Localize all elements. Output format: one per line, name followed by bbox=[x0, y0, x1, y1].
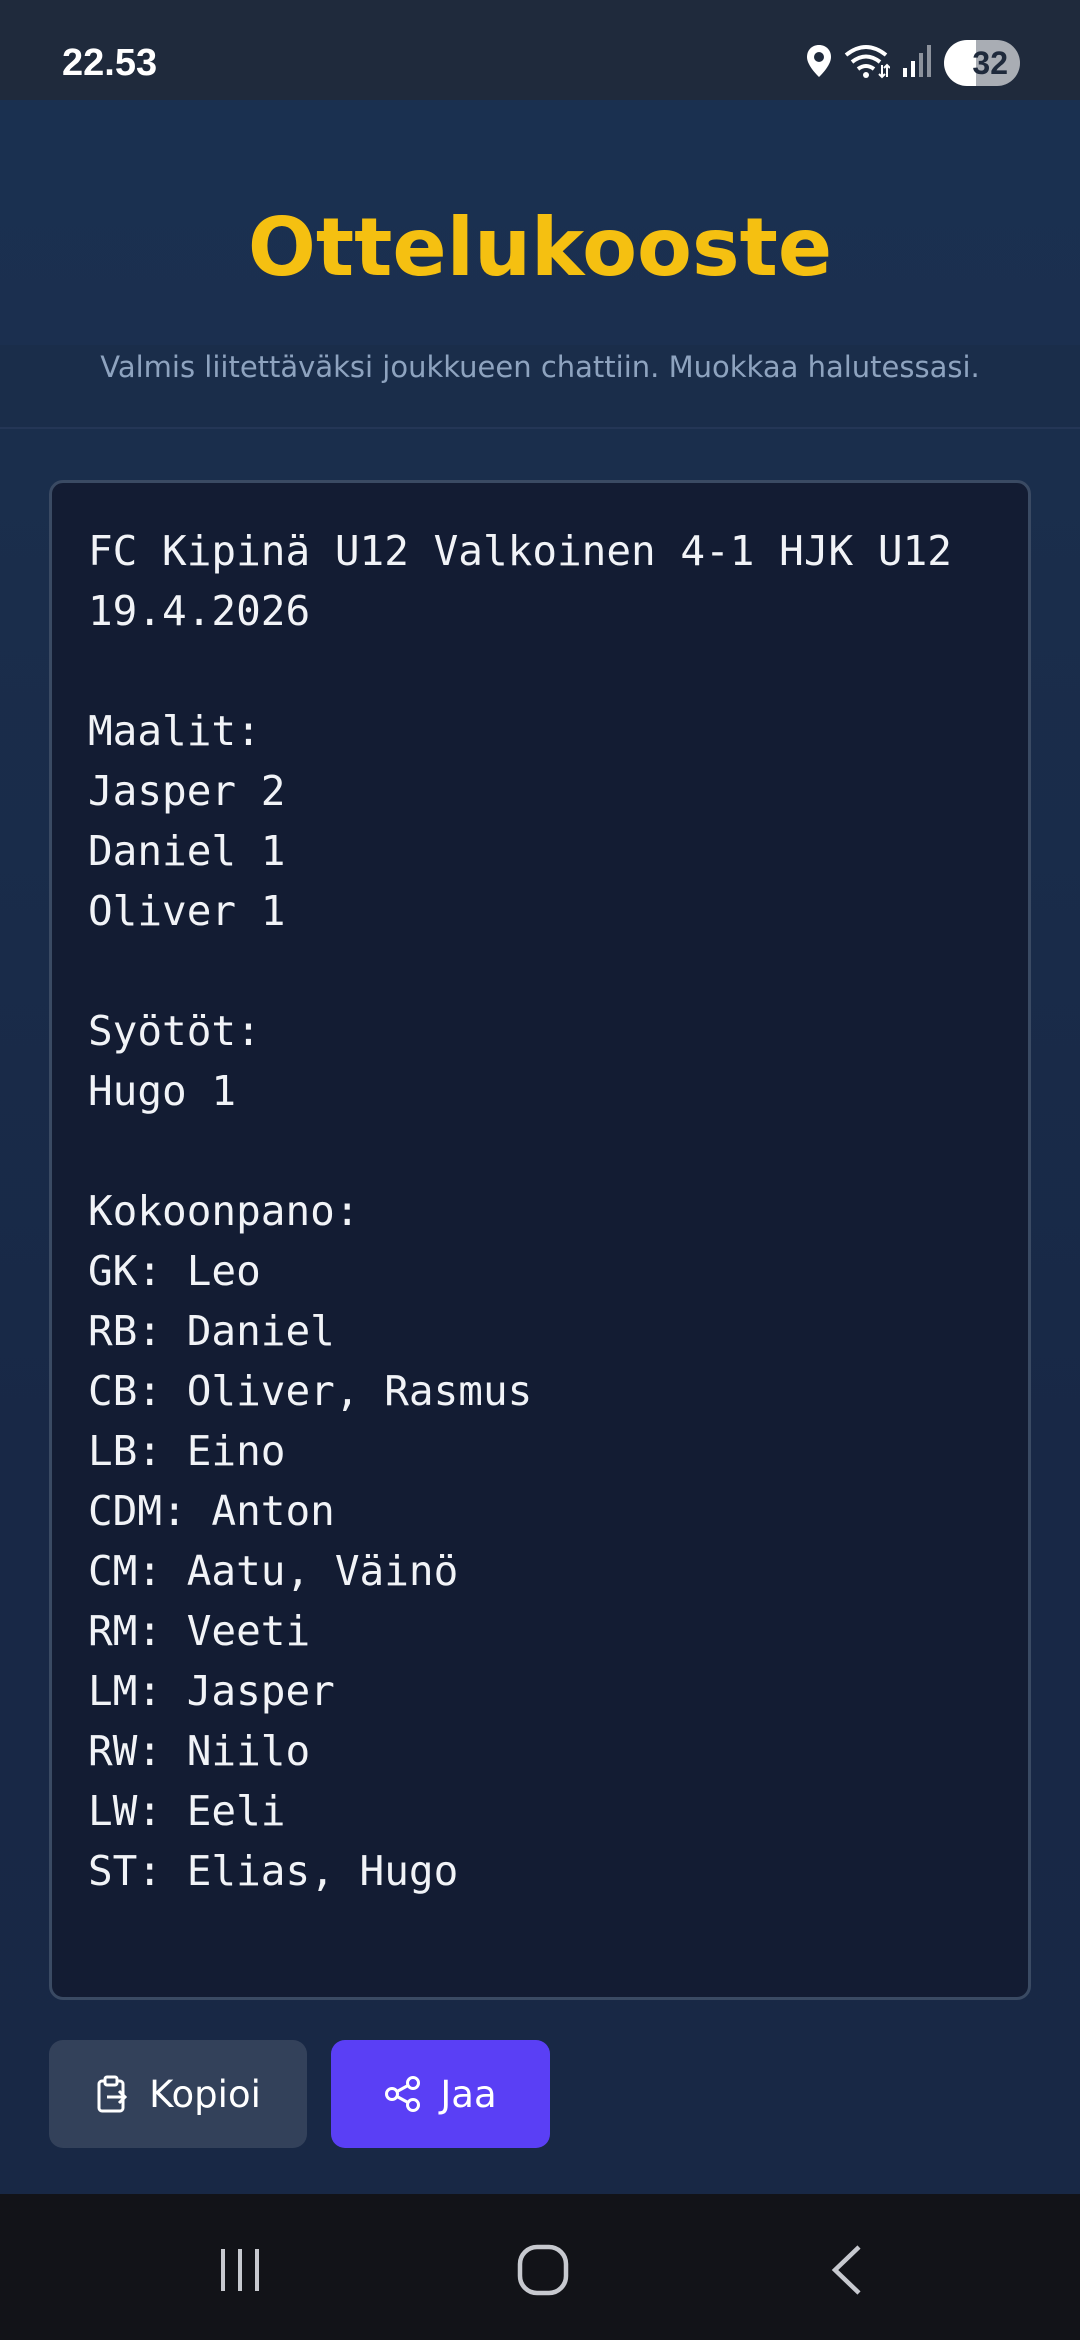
home-icon[interactable] bbox=[513, 2240, 573, 2300]
page-subtitle: Valmis liitettäväksi joukkueen chattiin.… bbox=[100, 350, 980, 384]
share-icon bbox=[384, 2075, 422, 2113]
clipboard-icon bbox=[95, 2075, 131, 2113]
share-button-label: Jaa bbox=[440, 2072, 497, 2116]
battery-level: 32 bbox=[972, 44, 1008, 81]
back-icon[interactable] bbox=[817, 2240, 877, 2300]
status-bar: 22.53 32 bbox=[0, 0, 1080, 100]
wifi-icon bbox=[844, 43, 891, 83]
summary-textarea[interactable]: FC Kipinä U12 Valkoinen 4-1 HJK U12 19.4… bbox=[49, 480, 1031, 2000]
share-button[interactable]: Jaa bbox=[331, 2040, 550, 2148]
status-time: 22.53 bbox=[62, 42, 158, 84]
signal-icon bbox=[902, 44, 932, 82]
copy-button-label: Kopioi bbox=[149, 2072, 261, 2116]
copy-button[interactable]: Kopioi bbox=[49, 2040, 307, 2148]
battery-icon: 32 bbox=[944, 40, 1020, 86]
recent-apps-icon[interactable] bbox=[210, 2240, 270, 2300]
status-icons: 32 bbox=[806, 38, 1020, 88]
location-icon bbox=[806, 44, 832, 82]
summary-text[interactable]: FC Kipinä U12 Valkoinen 4-1 HJK U12 19.4… bbox=[88, 521, 992, 1901]
page-title: Ottelukooste bbox=[247, 201, 833, 294]
